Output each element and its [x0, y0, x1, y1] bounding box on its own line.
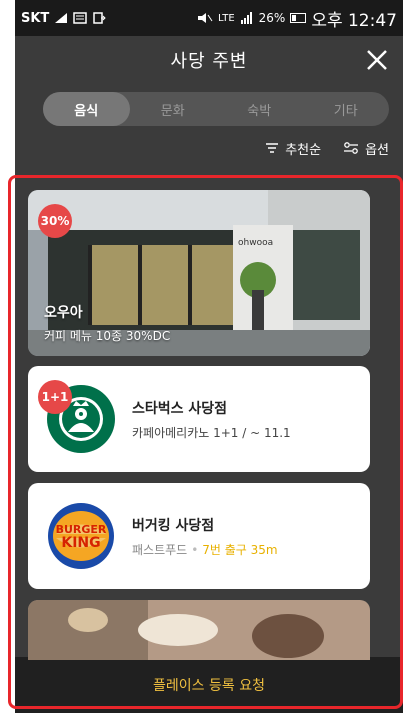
- tab-lodging[interactable]: 숙박: [216, 92, 303, 126]
- mute-icon: [198, 13, 213, 23]
- left-margin: [0, 0, 15, 713]
- sort-order-label: 추천순: [285, 142, 322, 158]
- carrier-label: SKT: [21, 10, 50, 26]
- sort-bar: 추천순 옵션: [15, 126, 403, 170]
- separator-dot: •: [191, 542, 199, 557]
- network-label: LTE: [218, 12, 235, 24]
- place-card-burgerking[interactable]: BURGER KING 버거킹 사당점 패스트푸드 • 7번 출구 35m: [28, 483, 370, 589]
- place-name: 스타벅스 사당점: [132, 400, 228, 417]
- message-notification-icon: [73, 12, 88, 24]
- close-icon: [367, 50, 387, 70]
- battery-percent: 26%: [258, 11, 286, 25]
- options-icon: [344, 142, 359, 154]
- header: 사당 주변: [15, 36, 403, 84]
- status-bar: SKT LTE 26% 오후 12:47: [15, 0, 403, 36]
- tab-food[interactable]: 음식: [43, 92, 130, 126]
- promo-badge: 1+1: [38, 380, 72, 414]
- place-promo: 카페아메리카노 1+1 / ~ 11.1: [132, 425, 291, 440]
- burger-king-logo: BURGER KING: [48, 503, 114, 569]
- place-name: 오우아: [44, 305, 83, 321]
- place-list: ohwooa 30% 오우아 커피 메뉴 10종 30%DC 1+1 스타벅스 …: [28, 190, 370, 660]
- place-distance: 7번 출구 35m: [202, 542, 278, 557]
- download-notification-icon: [93, 12, 107, 24]
- tab-culture[interactable]: 문화: [130, 92, 217, 126]
- discount-badge: 30%: [38, 204, 72, 238]
- close-button[interactable]: [359, 42, 395, 78]
- place-card-ohwooa[interactable]: ohwooa 30% 오우아 커피 메뉴 10종 30%DC: [28, 190, 370, 356]
- options-button[interactable]: 옵션: [343, 139, 389, 158]
- signal-bars-icon: [240, 12, 252, 24]
- place-card-starbucks[interactable]: 1+1 스타벅스 사당점 카페아메리카노 1+1 / ~ 11.1: [28, 366, 370, 472]
- place-name: 버거킹 사당점: [132, 517, 215, 534]
- place-category: 패스트푸드: [132, 542, 188, 557]
- register-place-button[interactable]: 플레이스 등록 요청: [15, 657, 403, 713]
- signal-notification-icon: [55, 13, 68, 23]
- page-title: 사당 주변: [170, 51, 248, 72]
- logo-text-bottom: KING: [61, 535, 100, 551]
- options-label: 옵션: [365, 142, 389, 158]
- place-promo: 커피 메뉴 10종 30%DC: [44, 329, 171, 343]
- cafe-photo: [28, 600, 370, 660]
- sort-order-button[interactable]: 추천순: [265, 139, 321, 158]
- storefront-sign: ohwooa: [238, 238, 273, 248]
- place-card-partial[interactable]: [28, 600, 370, 660]
- clock: 오후 12:47: [311, 10, 397, 31]
- sort-icon: [266, 143, 279, 153]
- place-info: 패스트푸드 • 7번 출구 35m: [132, 541, 278, 558]
- battery-icon: [290, 13, 307, 23]
- category-tabs: 음식 문화 숙박 기타: [43, 92, 389, 126]
- tab-etc[interactable]: 기타: [303, 92, 390, 126]
